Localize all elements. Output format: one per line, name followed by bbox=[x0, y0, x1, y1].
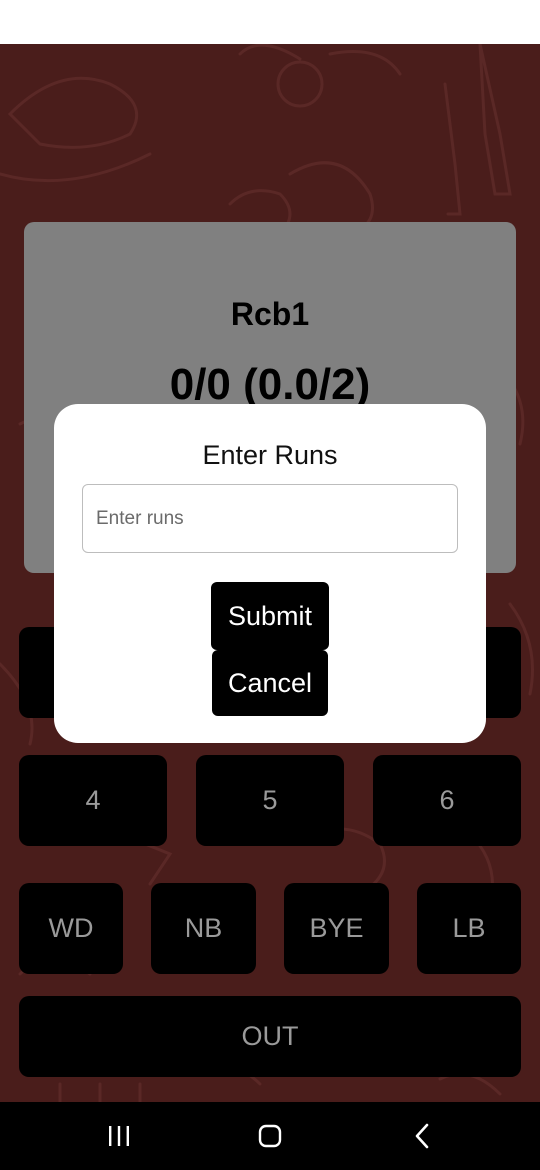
run-key-6[interactable]: 6 bbox=[373, 755, 521, 846]
recent-apps-icon[interactable] bbox=[94, 1102, 144, 1170]
status-bar bbox=[0, 0, 540, 44]
run-key-5[interactable]: 5 bbox=[196, 755, 344, 846]
submit-button[interactable]: Submit bbox=[211, 582, 329, 650]
dialog-title: Enter Runs bbox=[202, 440, 338, 470]
leg-bye-button[interactable]: LB bbox=[417, 883, 521, 974]
home-icon[interactable] bbox=[245, 1102, 295, 1170]
run-key-4[interactable]: 4 bbox=[19, 755, 167, 846]
bye-button[interactable]: BYE bbox=[284, 883, 389, 974]
wide-button[interactable]: WD bbox=[19, 883, 123, 974]
team-name: Rcb1 bbox=[230, 296, 310, 332]
screen: Rcb1 0/0 (0.0/2) 4 5 6 WD NB BYE LB OUT … bbox=[0, 0, 540, 1170]
score-text: 0/0 (0.0/2) bbox=[169, 360, 371, 409]
no-ball-button[interactable]: NB bbox=[151, 883, 256, 974]
enter-runs-dialog: Enter Runs Submit Cancel bbox=[54, 404, 486, 743]
out-button[interactable]: OUT bbox=[19, 996, 521, 1077]
runs-input[interactable] bbox=[82, 484, 458, 553]
cancel-button[interactable]: Cancel bbox=[212, 650, 328, 716]
back-icon[interactable] bbox=[397, 1102, 447, 1170]
navigation-bar bbox=[0, 1102, 540, 1170]
